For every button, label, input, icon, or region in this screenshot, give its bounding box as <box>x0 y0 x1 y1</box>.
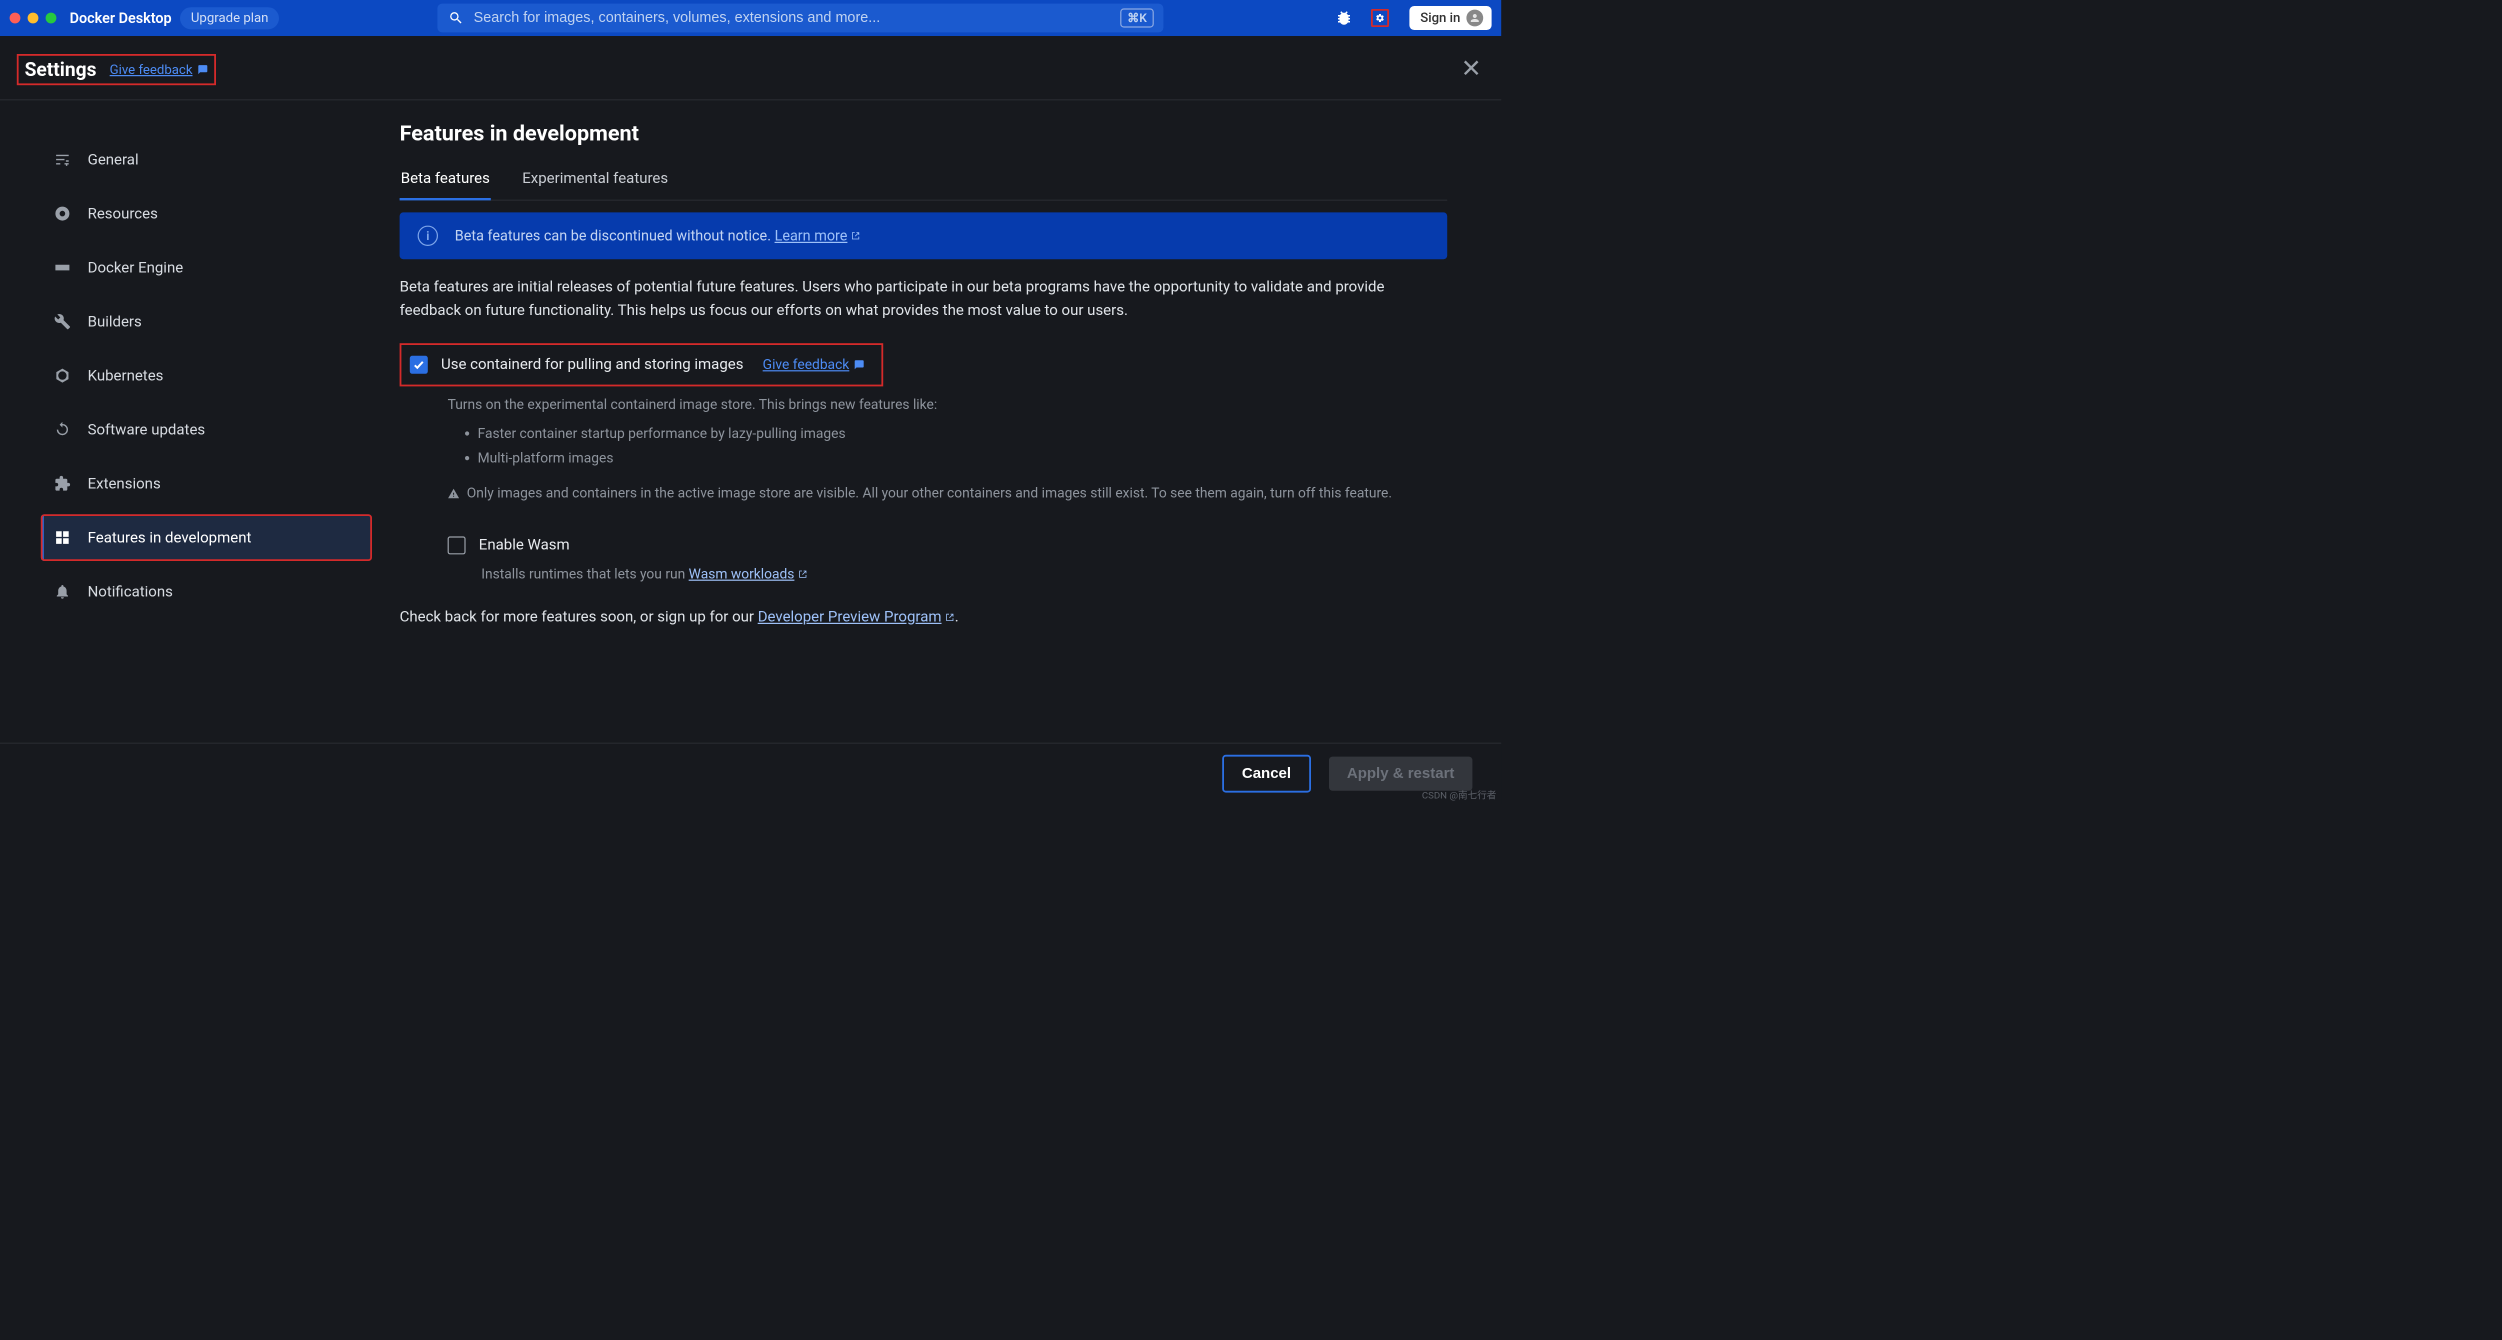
settings-title: Settings <box>25 58 97 81</box>
page-heading: Features in development <box>400 121 1448 146</box>
topbar: Docker Desktop Upgrade plan ⌘K Sign in <box>0 0 1501 36</box>
wasm-subdesc: Installs runtimes that lets you run Wasm… <box>481 564 1447 585</box>
bell-icon <box>53 582 72 601</box>
learn-more-label: Learn more <box>775 227 848 244</box>
sidebar-item-resources[interactable]: Resources <box>41 190 372 237</box>
wrench-icon <box>53 312 72 331</box>
banner-text: Beta features can be discontinued withou… <box>455 227 861 244</box>
sliders-icon <box>53 150 72 169</box>
info-icon: i <box>418 226 438 246</box>
tab-experimental[interactable]: Experimental features <box>521 163 669 200</box>
minimize-window[interactable] <box>28 13 39 24</box>
sidebar-item-label: Kubernetes <box>88 367 164 384</box>
developer-preview-link[interactable]: Developer Preview Program <box>758 608 955 625</box>
sidebar-item-label: Extensions <box>88 475 161 492</box>
avatar-icon <box>1466 10 1483 27</box>
sidebar-item-builders[interactable]: Builders <box>41 298 372 345</box>
sidebar-item-label: Features in development <box>88 529 252 546</box>
beta-description: Beta features are initial releases of po… <box>400 276 1448 323</box>
sidebar-item-label: Notifications <box>88 583 173 600</box>
upgrade-plan-button[interactable]: Upgrade plan <box>180 7 279 29</box>
puzzle-icon <box>53 474 72 493</box>
settings-header: Settings Give feedback <box>0 36 1501 100</box>
maximize-window[interactable] <box>46 13 57 24</box>
settings-title-highlight: Settings Give feedback <box>17 54 216 85</box>
sidebar-item-software-updates[interactable]: Software updates <box>41 406 372 453</box>
update-icon <box>53 420 72 439</box>
wasm-option-row: Enable Wasm <box>448 536 1448 554</box>
disk-icon <box>53 204 72 223</box>
bug-icon[interactable] <box>1335 9 1353 27</box>
close-icon[interactable] <box>1462 58 1481 77</box>
containerd-subdesc-text: Turns on the experimental containerd ima… <box>448 396 938 412</box>
apply-restart-button[interactable]: Apply & restart <box>1329 757 1473 791</box>
engine-icon <box>53 258 72 277</box>
containerd-subdesc: Turns on the experimental containerd ima… <box>448 395 1448 507</box>
banner-message: Beta features can be discontinued withou… <box>455 227 775 244</box>
wasm-checkbox[interactable] <box>448 536 466 554</box>
search-input[interactable] <box>474 10 1112 27</box>
developer-preview-label: Developer Preview Program <box>758 608 942 625</box>
sidebar-item-label: Resources <box>88 205 158 222</box>
kubernetes-icon <box>53 366 72 385</box>
watermark: CSDN @南七行者 <box>1422 787 1497 801</box>
sidebar-item-label: Builders <box>88 313 142 330</box>
warning-icon <box>448 485 460 506</box>
sidebar-item-kubernetes[interactable]: Kubernetes <box>41 352 372 399</box>
sidebar-item-docker-engine[interactable]: Docker Engine <box>41 244 372 291</box>
learn-more-link[interactable]: Learn more <box>775 227 861 244</box>
sidebar-item-label: General <box>88 151 139 168</box>
sidebar-item-label: Docker Engine <box>88 259 184 276</box>
sidebar-item-general[interactable]: General <box>41 136 372 183</box>
info-banner: i Beta features can be discontinued with… <box>400 212 1448 259</box>
wasm-label: Enable Wasm <box>479 536 570 553</box>
app-title: Docker Desktop <box>70 10 172 27</box>
close-window[interactable] <box>10 13 21 24</box>
containerd-warning-text: Only images and containers in the active… <box>467 483 1392 504</box>
tab-beta[interactable]: Beta features <box>400 163 491 201</box>
kbd-shortcut-badge: ⌘K <box>1120 8 1154 27</box>
containerd-label: Use containerd for pulling and storing i… <box>441 356 743 373</box>
checkback-prefix: Check back for more features soon, or si… <box>400 608 758 625</box>
external-link-icon <box>798 569 808 579</box>
containerd-checkbox[interactable] <box>410 356 428 374</box>
containerd-feedback-link[interactable]: Give feedback <box>763 356 865 372</box>
external-link-icon <box>851 231 861 241</box>
give-feedback-link[interactable]: Give feedback <box>110 62 208 77</box>
search-icon <box>447 9 465 27</box>
sidebar-item-extensions[interactable]: Extensions <box>41 460 372 507</box>
wasm-subdesc-prefix: Installs runtimes that lets you run <box>481 566 688 582</box>
content-area: Features in development Beta features Ex… <box>372 100 1501 626</box>
feedback-icon <box>854 359 865 370</box>
feedback-icon <box>197 64 208 75</box>
main-area: General Resources Docker Engine Builders… <box>0 100 1501 626</box>
list-item: Faster container startup performance by … <box>478 424 1448 445</box>
search-bar[interactable]: ⌘K <box>438 4 1164 33</box>
settings-gear-icon[interactable] <box>1371 9 1389 27</box>
list-item: Multi-platform images <box>478 448 1448 469</box>
containerd-option-row: Use containerd for pulling and storing i… <box>400 343 884 386</box>
grid-icon <box>53 528 72 547</box>
containerd-warning: Only images and containers in the active… <box>448 483 1448 506</box>
footer: Cancel Apply & restart <box>0 743 1501 804</box>
tabs: Beta features Experimental features <box>400 163 1448 201</box>
cancel-button[interactable]: Cancel <box>1222 755 1311 793</box>
signin-label: Sign in <box>1420 11 1460 26</box>
containerd-feature-list: Faster container startup performance by … <box>478 424 1448 469</box>
wasm-link-label: Wasm workloads <box>689 564 795 585</box>
signin-button[interactable]: Sign in <box>1409 6 1491 30</box>
sidebar-item-features-in-dev[interactable]: Features in development <box>41 514 372 561</box>
wasm-section: Enable Wasm Installs runtimes that lets … <box>448 536 1448 584</box>
feedback-label: Give feedback <box>110 62 193 77</box>
checkback-text: Check back for more features soon, or si… <box>400 608 1448 625</box>
external-link-icon <box>945 612 955 622</box>
containerd-feedback-label: Give feedback <box>763 356 850 372</box>
sidebar-item-notifications[interactable]: Notifications <box>41 568 372 615</box>
window-controls <box>10 13 57 24</box>
sidebar: General Resources Docker Engine Builders… <box>0 100 372 626</box>
wasm-workloads-link[interactable]: Wasm workloads <box>689 564 808 585</box>
sidebar-item-label: Software updates <box>88 421 206 438</box>
